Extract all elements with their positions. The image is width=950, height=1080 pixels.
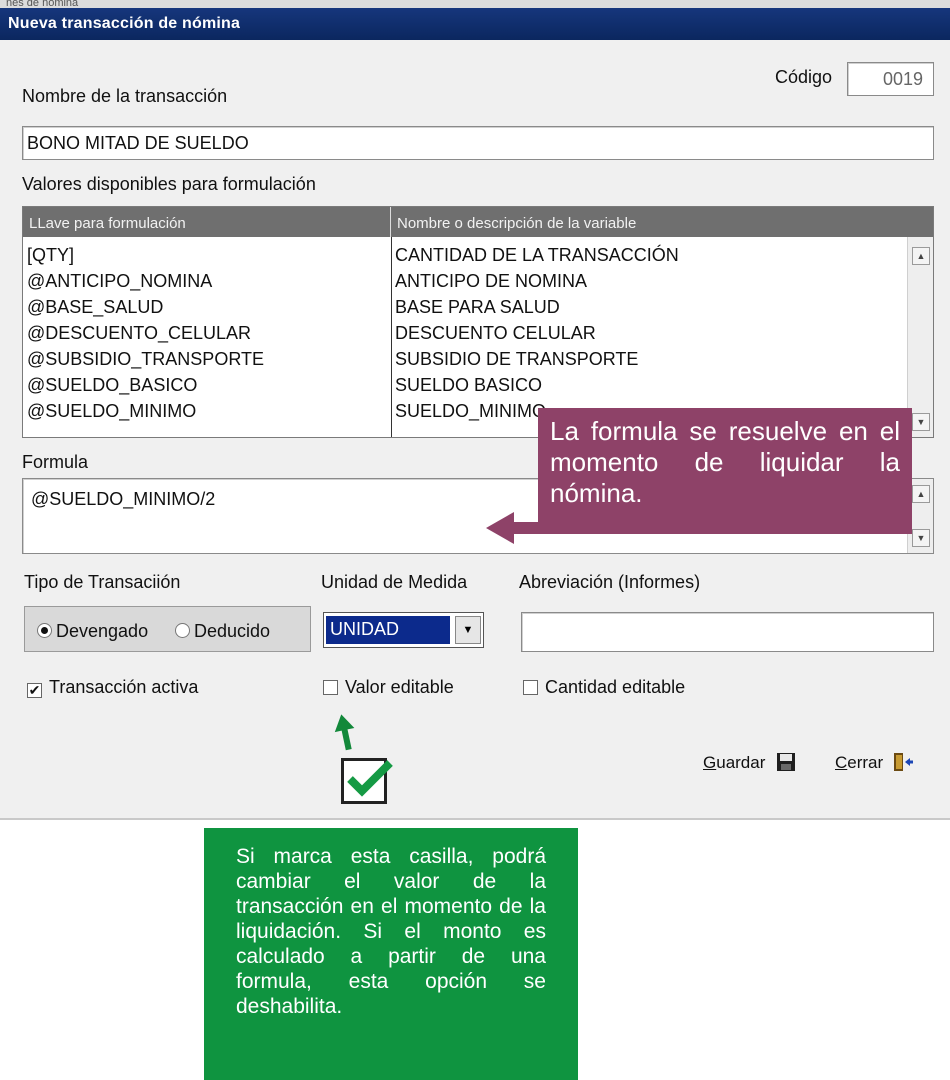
radio-devengado[interactable]: Devengado	[37, 621, 148, 642]
codigo-field[interactable]: 0019	[847, 62, 934, 96]
exit-door-icon	[893, 753, 913, 771]
checkbox-empty-icon	[523, 680, 538, 695]
formula-callout: La formula se resuelve en el momento de …	[538, 408, 912, 534]
table-cell-key[interactable]: @SUELDO_BASICO	[27, 375, 197, 396]
formula-label: Formula	[22, 452, 89, 472]
dropdown-arrow-icon[interactable]: ▼	[455, 616, 481, 644]
dialog-titlebar[interactable]: Nueva transacción de nómina	[0, 8, 950, 40]
table-cell-key[interactable]: @SUBSIDIO_TRANSPORTE	[27, 349, 264, 370]
unidad-select[interactable]: UNIDAD ▼	[323, 612, 484, 648]
table-cell-key[interactable]: @SUELDO_MINIMO	[27, 401, 196, 422]
abreviacion-label: Abreviación (Informes)	[519, 572, 701, 592]
checkbox-illustration	[341, 758, 393, 804]
table-cell-desc[interactable]: SUBSIDIO DE TRANSPORTE	[395, 349, 638, 370]
table-cell-desc[interactable]: CANTIDAD DE LA TRANSACCIÓN	[395, 245, 679, 266]
tipo-label: Tipo de Transaciión	[24, 572, 181, 592]
check-cantidad-label: Cantidad editable	[545, 677, 686, 697]
nombre-field[interactable]: BONO MITAD DE SUELDO	[22, 126, 934, 160]
column-header-nombre[interactable]: Nombre o descripción de la variable	[391, 207, 933, 237]
scroll-down-icon[interactable]: ▼	[912, 413, 930, 431]
cerrar-button[interactable]: Cerrar	[835, 752, 914, 773]
table-cell-key[interactable]: [QTY]	[27, 245, 74, 266]
tipo-radio-group: Devengado Deducido	[24, 606, 311, 652]
unidad-selected-value: UNIDAD	[326, 616, 450, 644]
scroll-down-icon[interactable]: ▼	[912, 529, 930, 547]
table-cell-desc[interactable]: DESCUENTO CELULAR	[395, 323, 596, 344]
checkbox-checked-icon: ✔	[27, 682, 42, 698]
radio-deducido-label: Deducido	[194, 621, 271, 641]
table-cell-desc[interactable]: SUELDO_MINIMO	[395, 401, 546, 422]
parent-window-strip: nes de nómina	[0, 0, 950, 8]
radio-deducido[interactable]: Deducido	[175, 621, 270, 642]
editable-callout: Si marca esta casilla, podrá cambiar el …	[204, 828, 578, 1080]
check-valor-editable[interactable]: Valor editable	[323, 677, 454, 698]
column-header-llave[interactable]: LLave para formulación	[23, 207, 391, 237]
guardar-accesskey: G	[703, 753, 717, 772]
up-arrow-icon	[334, 714, 355, 751]
guardar-label: uardar	[716, 753, 766, 772]
radio-selected-icon	[37, 623, 52, 638]
checkbox-empty-icon	[323, 680, 338, 695]
scroll-up-icon[interactable]: ▲	[912, 247, 930, 265]
radio-devengado-label: Devengado	[56, 621, 149, 641]
guardar-button[interactable]: Guardar	[703, 752, 796, 773]
variables-table[interactable]: LLave para formulación Nombre o descripc…	[22, 206, 934, 438]
formula-value: @SUELDO_MINIMO/2	[31, 489, 216, 509]
radio-unselected-icon	[175, 623, 190, 638]
dialog-title: Nueva transacción de nómina	[8, 15, 241, 32]
check-transaccion-activa[interactable]: ✔ Transacción activa	[27, 677, 198, 698]
nombre-label: Nombre de la transacción	[22, 86, 228, 106]
valores-label: Valores disponibles para formulación	[22, 174, 316, 194]
scroll-up-icon[interactable]: ▲	[912, 485, 930, 503]
callout-pointer-arrow	[486, 512, 540, 544]
table-cell-desc[interactable]: BASE PARA SALUD	[395, 297, 560, 318]
cerrar-label: errar	[847, 753, 884, 772]
table-cell-desc[interactable]: SUELDO BASICO	[395, 375, 542, 396]
check-activa-label: Transacción activa	[49, 677, 199, 697]
checkmark-icon	[347, 760, 393, 797]
table-cell-desc[interactable]: ANTICIPO DE NOMINA	[395, 271, 587, 292]
save-icon	[777, 753, 796, 771]
table-scrollbar[interactable]: ▲ ▼	[907, 237, 933, 437]
column-divider	[391, 237, 392, 437]
check-valor-label: Valor editable	[345, 677, 454, 697]
table-cell-key[interactable]: @ANTICIPO_NOMINA	[27, 271, 212, 292]
table-cell-key[interactable]: @BASE_SALUD	[27, 297, 163, 318]
table-cell-key[interactable]: @DESCUENTO_CELULAR	[27, 323, 251, 344]
codigo-label: Código	[775, 67, 833, 87]
parent-window-title: nes de nómina	[6, 0, 79, 8]
abreviacion-field[interactable]	[521, 612, 934, 652]
cerrar-accesskey: C	[835, 753, 848, 772]
unidad-label: Unidad de Medida	[321, 572, 468, 592]
check-cantidad-editable[interactable]: Cantidad editable	[523, 677, 685, 698]
